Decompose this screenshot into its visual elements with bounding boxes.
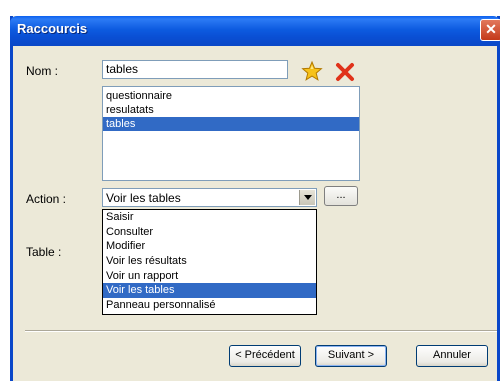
close-button[interactable]: ✕ [480,19,500,41]
separator-line [25,330,497,332]
star-icon[interactable] [301,60,323,82]
dropdown-option-highlighted[interactable]: Voir les tables [103,283,316,299]
window-title: Raccourcis [17,21,88,36]
cancel-button[interactable]: Annuler [416,345,488,367]
dropdown-option[interactable]: Panneau personnalisé [103,298,316,313]
previous-button[interactable]: < Précédent [229,345,301,367]
dropdown-option[interactable]: Saisir [103,210,316,225]
action-label: Action : [26,192,67,206]
table-label: Table : [26,245,62,259]
chevron-down-icon [304,195,312,200]
list-item-selected[interactable]: tables [103,117,359,131]
name-label: Nom : [26,64,59,78]
shortcuts-listbox[interactable]: questionnaire resulatats tables [102,86,360,181]
list-item[interactable]: questionnaire [103,89,359,103]
delete-x-icon[interactable] [334,61,356,83]
dropdown-option[interactable]: Voir un rapport [103,269,316,284]
list-item[interactable]: resulatats [103,103,359,117]
dropdown-option[interactable]: Modifier [103,239,316,254]
dropdown-option[interactable]: Voir les résultats [103,254,316,269]
close-icon: ✕ [485,21,497,37]
action-combo-value: Voir les tables [106,191,181,205]
dropdown-option[interactable]: Consulter [103,225,316,240]
name-field[interactable]: tables [102,60,288,79]
browse-button[interactable]: ... [324,186,358,206]
action-combobox[interactable]: Voir les tables [102,188,317,207]
action-dropdown-list[interactable]: Saisir Consulter Modifier Voir les résul… [102,209,317,315]
combo-dropdown-button[interactable] [299,190,315,205]
next-button[interactable]: Suivant > [315,345,387,367]
